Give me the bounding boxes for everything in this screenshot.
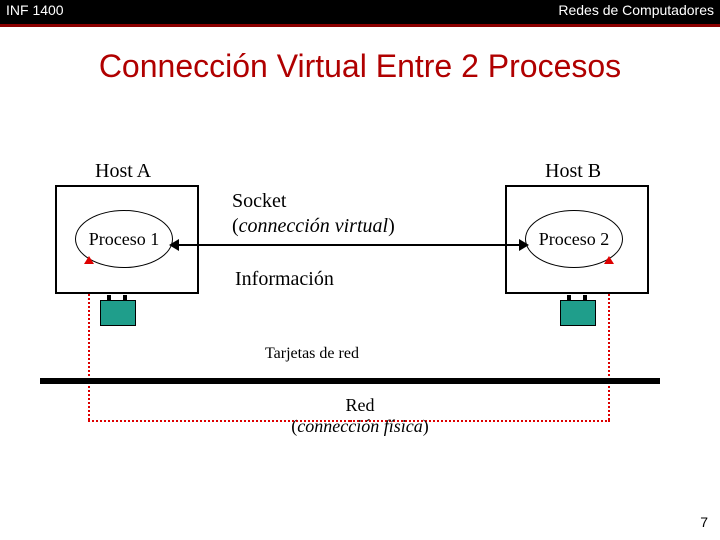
physical-path-b-arrowhead <box>604 256 614 264</box>
network-paren-close: ) <box>423 416 429 436</box>
network-italic: connección física <box>297 416 422 436</box>
information-label: Información <box>235 268 334 291</box>
nic-b-pin-2 <box>583 295 587 301</box>
socket-paren-open: ( <box>232 215 239 237</box>
socket-label: Socket <box>232 190 286 213</box>
nic-a-pin-1 <box>107 295 111 301</box>
physical-path-a-arrowhead <box>84 256 94 264</box>
nic-a-icon <box>100 300 136 326</box>
course-title: Redes de Computadores <box>558 2 714 18</box>
socket-paren-close: ) <box>388 215 395 237</box>
virtual-connection-line <box>175 244 525 246</box>
process-b-label: Proceso 2 <box>539 229 610 250</box>
nic-label: Tarjetas de red <box>265 345 359 363</box>
network-label-line1: Red <box>0 395 720 416</box>
nic-a-pin-2 <box>123 295 127 301</box>
page-number: 7 <box>700 514 708 530</box>
nic-b-icon <box>560 300 596 326</box>
course-code: INF 1400 <box>6 2 64 18</box>
physical-network-line <box>40 378 660 384</box>
slide-title: Connección Virtual Entre 2 Procesos <box>0 48 720 85</box>
host-b-label: Host B <box>545 160 601 183</box>
slide-header-bar: INF 1400 Redes de Computadores <box>0 0 720 27</box>
virtual-arrow-right-icon <box>519 239 529 251</box>
network-label: Red (connección física) <box>0 395 720 437</box>
host-a-label: Host A <box>95 160 151 183</box>
network-label-line2: (connección física) <box>0 416 720 437</box>
socket-sublabel: (connección virtual) <box>232 215 395 238</box>
nic-b-pin-1 <box>567 295 571 301</box>
process-a-label: Proceso 1 <box>89 229 160 250</box>
socket-italic: connección virtual <box>239 215 388 237</box>
